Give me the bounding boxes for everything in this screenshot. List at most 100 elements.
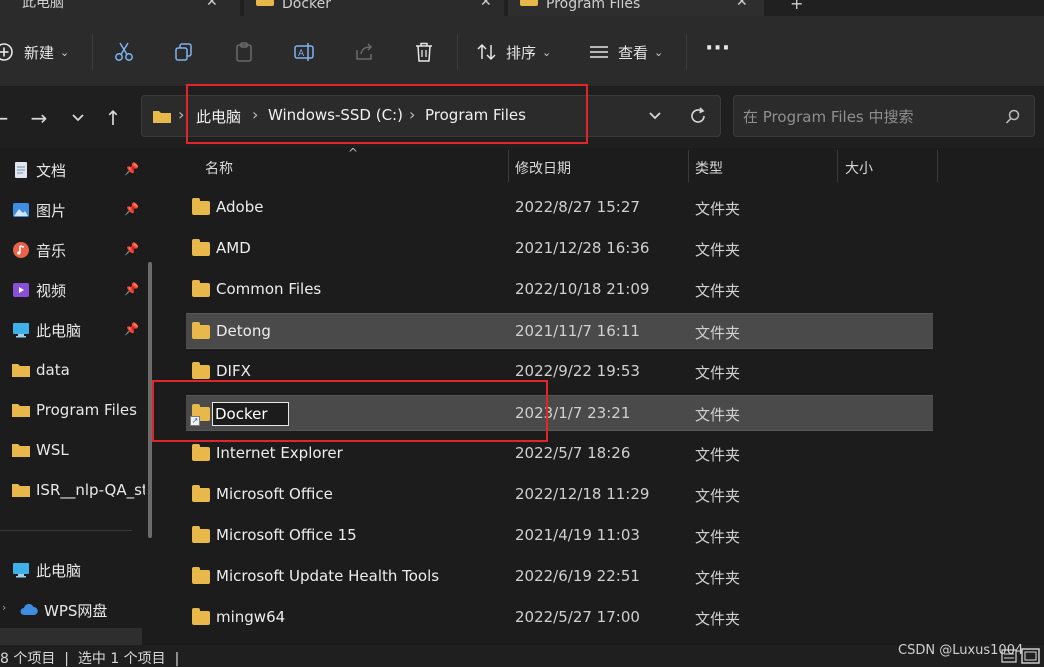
file-modified: 2023/1/7 23:21 <box>515 404 631 422</box>
file-modified: 2022/6/19 22:51 <box>515 567 640 585</box>
folder-icon <box>256 0 274 6</box>
view-mode-toggle[interactable] <box>1000 648 1044 664</box>
sidebar-item-label: data <box>36 361 70 379</box>
tab-this-pc[interactable]: 此电脑 ✕ <box>0 0 240 16</box>
cut-button[interactable] <box>113 40 135 64</box>
pin-icon[interactable]: 📌 <box>124 322 139 336</box>
tab-docker[interactable]: Docker ✕ <box>244 0 504 16</box>
address-bar[interactable]: › 此电脑 › Windows-SSD (C:) › Program Files <box>141 95 721 137</box>
sidebar-item-partial[interactable] <box>0 628 142 645</box>
table-row[interactable]: Microsoft Office 2022/12/18 11:29 文件夹 <box>186 477 933 513</box>
column-divider[interactable] <box>837 150 838 182</box>
column-header-modified[interactable]: 修改日期 <box>515 158 571 178</box>
column-header-size[interactable]: 大小 <box>845 158 873 178</box>
folder-icon <box>192 198 210 215</box>
chevron-down-icon[interactable] <box>648 111 662 121</box>
sort-label: 排序 <box>506 43 537 62</box>
sidebar-item-wsl[interactable]: WSL <box>0 432 145 468</box>
sidebar-scrollbar[interactable] <box>148 262 152 538</box>
arrow-up-icon: ↑ <box>104 106 122 130</box>
sidebar-item-label: ISR__nlp-QA_st <box>36 481 145 499</box>
computer-icon <box>13 323 29 338</box>
file-name: Internet Explorer <box>216 444 343 462</box>
table-row[interactable]: DIFX 2022/9/22 19:53 文件夹 <box>186 354 933 390</box>
toolbar-divider <box>457 34 458 70</box>
sidebar-item-data[interactable]: data <box>0 352 145 388</box>
new-tab-button[interactable]: + <box>790 0 803 13</box>
file-modified: 2022/9/22 19:53 <box>515 362 640 380</box>
file-name: AMD <box>216 239 251 257</box>
table-row-renaming[interactable]: ↗ 2023/1/7 23:21 文件夹 <box>186 395 933 431</box>
paste-button[interactable] <box>233 40 255 64</box>
breadcrumb-drive[interactable]: Windows-SSD (C:) <box>268 106 403 124</box>
table-row[interactable]: Microsoft Update Health Tools 2022/6/19 … <box>186 559 933 595</box>
breadcrumb-this-pc[interactable]: 此电脑 <box>196 106 241 127</box>
delete-button[interactable] <box>413 40 435 64</box>
pin-icon[interactable]: 📌 <box>124 242 139 256</box>
column-header-name[interactable]: 名称 <box>205 158 233 178</box>
documents-icon <box>15 162 27 178</box>
file-modified: 2022/5/7 18:26 <box>515 444 631 462</box>
more-options-button[interactable]: ··· <box>705 36 730 61</box>
folder-icon <box>192 608 210 625</box>
pin-icon[interactable]: 📌 <box>124 282 139 296</box>
folder-icon <box>192 567 210 584</box>
table-row-selected[interactable]: Detong 2021/11/7 16:11 文件夹 <box>186 313 933 349</box>
file-modified: 2022/12/18 11:29 <box>515 485 650 503</box>
close-icon[interactable]: ✕ <box>736 0 748 10</box>
breadcrumb-program-files[interactable]: Program Files <box>425 106 526 124</box>
recent-locations-button[interactable] <box>66 106 90 130</box>
sidebar-item-label: 音乐 <box>36 241 67 260</box>
view-button[interactable]: 查看 ⌄ <box>588 40 663 64</box>
tiles-view-icon[interactable] <box>1021 648 1040 664</box>
chevron-down-icon <box>72 114 84 122</box>
folder-icon <box>192 485 210 502</box>
table-row[interactable]: AMD 2021/12/28 16:36 文件夹 <box>186 231 933 267</box>
refresh-icon[interactable] <box>688 106 708 126</box>
sort-ascending-icon: ^ <box>348 146 359 160</box>
column-divider[interactable] <box>688 150 689 182</box>
computer-icon <box>13 563 29 578</box>
tab-program-files[interactable]: Program Files ✕ <box>508 0 764 16</box>
rename-button[interactable]: A <box>293 40 315 64</box>
sidebar-item-wps[interactable]: › WPS网盘 <box>0 592 145 628</box>
view-label: 查看 <box>618 43 649 62</box>
search-box[interactable] <box>733 95 1035 137</box>
videos-icon <box>13 283 29 297</box>
sidebar-item-program-files[interactable]: Program Files <box>0 392 145 428</box>
share-button[interactable] <box>353 40 375 64</box>
search-input[interactable] <box>743 106 998 128</box>
file-name: Detong <box>216 322 271 340</box>
sort-button[interactable]: 排序 ⌄ <box>476 40 551 64</box>
up-button[interactable]: ↑ <box>101 106 125 130</box>
chevron-down-icon: ⌄ <box>542 45 552 59</box>
file-name: Microsoft Office <box>216 485 333 503</box>
close-icon[interactable]: ✕ <box>206 0 218 10</box>
search-icon <box>1005 109 1020 124</box>
pin-icon[interactable]: 📌 <box>124 202 139 216</box>
tab-label: Docker <box>282 0 332 12</box>
column-divider[interactable] <box>937 150 938 182</box>
table-row[interactable]: Microsoft Office 15 2021/4/19 11:03 文件夹 <box>186 518 933 554</box>
forward-button[interactable]: → <box>27 106 51 130</box>
sidebar-item-label: WPS网盘 <box>44 601 108 620</box>
sidebar-divider <box>0 530 132 531</box>
rename-icon: A <box>294 43 314 61</box>
table-row[interactable]: Common Files 2022/10/18 21:09 文件夹 <box>186 272 933 308</box>
details-view-icon[interactable] <box>1001 649 1017 663</box>
close-icon[interactable]: ✕ <box>480 0 492 10</box>
sidebar-item-isr-nlp[interactable]: ISR__nlp-QA_st <box>0 472 145 508</box>
copy-button[interactable] <box>173 40 195 64</box>
column-divider[interactable] <box>508 150 509 182</box>
new-button[interactable]: 新建 ⌄ <box>0 40 69 64</box>
rename-input[interactable] <box>212 402 289 426</box>
table-row[interactable]: Internet Explorer 2022/5/7 18:26 文件夹 <box>186 436 933 472</box>
column-header-type[interactable]: 类型 <box>695 158 723 178</box>
table-row[interactable]: Adobe 2022/8/27 15:27 文件夹 <box>186 190 933 226</box>
pin-icon[interactable]: 📌 <box>124 162 139 176</box>
pictures-icon <box>13 203 29 217</box>
back-button[interactable]: ← <box>0 106 12 130</box>
folder-icon <box>192 362 210 379</box>
sidebar-item-this-pc-tree[interactable]: 此电脑 <box>0 552 145 588</box>
table-row[interactable]: mingw64 2022/5/27 17:00 文件夹 <box>186 600 933 636</box>
